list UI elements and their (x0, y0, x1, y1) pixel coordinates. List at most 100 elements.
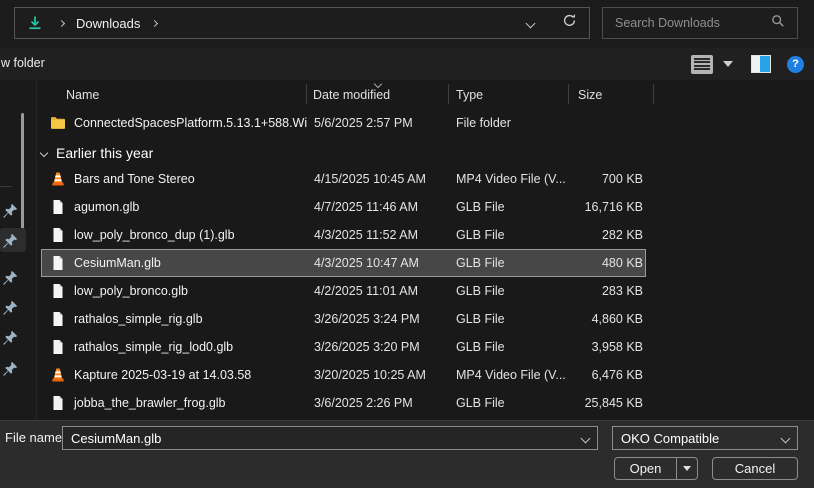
file-icon (50, 283, 66, 299)
file-name-label: File name: (5, 430, 66, 445)
file-icon (50, 395, 66, 411)
navigation-pane (0, 80, 36, 420)
column-header-size[interactable]: Size (578, 80, 602, 105)
vlc-cone-icon (50, 171, 66, 187)
file-size: 282 KB (569, 228, 643, 242)
details-view-icon[interactable] (691, 55, 713, 74)
file-date-modified: 4/3/2025 10:47 AM (307, 256, 449, 270)
sidebar-pinned-item[interactable] (0, 295, 26, 319)
file-name: Bars and Tone Stereo (74, 172, 195, 186)
file-date-modified: 3/26/2025 3:20 PM (307, 340, 449, 354)
file-type-select[interactable]: OKO Compatible (612, 426, 798, 450)
column-header-name[interactable]: Name (66, 80, 99, 105)
file-date-modified: 3/26/2025 3:24 PM (307, 312, 449, 326)
file-row[interactable]: rathalos_simple_rig_lod0.glb 3/26/2025 3… (41, 333, 646, 361)
file-size: 700 KB (569, 172, 643, 186)
file-size: 16,716 KB (569, 200, 643, 214)
sidebar-pinned-item[interactable] (0, 356, 26, 380)
open-file-dialog: Downloads Search Downloads w folder ? (0, 0, 814, 488)
group-label: Earlier this year (56, 145, 153, 161)
file-row[interactable]: Kapture 2025-03-19 at 14.03.58 3/20/2025… (41, 361, 646, 389)
group-collapse-chevron-icon[interactable] (40, 149, 48, 157)
file-type-chevron-icon (781, 433, 791, 443)
file-type: MP4 Video File (V... (449, 368, 569, 382)
file-row[interactable]: jobba_the_brawler_frog.glb 3/6/2025 2:26… (41, 389, 646, 417)
file-row[interactable]: low_poly_bronco_dup (1).glb 4/3/2025 11:… (41, 221, 646, 249)
breadcrumb-downloads[interactable]: Downloads (76, 16, 140, 31)
refresh-icon[interactable] (562, 13, 577, 33)
file-icon (50, 227, 66, 243)
file-date-modified: 4/2/2025 11:01 AM (307, 284, 449, 298)
breadcrumb-chevron-icon (58, 19, 65, 26)
file-icon (50, 199, 66, 215)
breadcrumb-chevron-icon (151, 19, 158, 26)
view-dropdown-chevron-icon[interactable] (723, 61, 733, 67)
sidebar-pinned-item-active[interactable] (0, 228, 26, 252)
file-type: GLB File (449, 396, 569, 410)
file-size: 6,476 KB (569, 368, 643, 382)
folder-icon (50, 115, 66, 131)
file-date-modified: 5/6/2025 2:57 PM (307, 116, 449, 130)
open-dropdown-arrow[interactable] (677, 466, 697, 471)
dialog-footer: File name: CesiumMan.glb OKO Compatible … (0, 420, 814, 488)
sidebar-pinned-item[interactable] (0, 325, 26, 349)
file-size: 25,845 KB (569, 396, 643, 410)
file-list-body: ConnectedSpacesPlatform.5.13.1+588.Wi...… (37, 105, 814, 417)
file-type: GLB File (449, 200, 569, 214)
file-icon (50, 311, 66, 327)
column-divider[interactable] (448, 84, 449, 104)
help-icon[interactable]: ? (787, 56, 804, 73)
open-button-label: Open (615, 461, 676, 476)
address-history-chevron-icon[interactable] (526, 18, 536, 28)
address-bar[interactable]: Downloads (14, 7, 590, 39)
column-divider[interactable] (653, 84, 654, 104)
command-toolbar: w folder ? (0, 48, 814, 80)
file-row[interactable]: low_poly_bronco.glb 4/2/2025 11:01 AM GL… (41, 277, 646, 305)
file-date-modified: 4/7/2025 11:46 AM (307, 200, 449, 214)
file-type: File folder (449, 116, 569, 130)
file-date-modified: 3/20/2025 10:25 AM (307, 368, 449, 382)
dialog-top-bar: Downloads Search Downloads (0, 0, 814, 48)
column-header-type[interactable]: Type (456, 80, 483, 105)
file-name: ConnectedSpacesPlatform.5.13.1+588.Wi... (74, 116, 307, 130)
triangle-down-icon (683, 466, 691, 471)
file-row[interactable]: ConnectedSpacesPlatform.5.13.1+588.Wi...… (41, 109, 646, 137)
column-divider[interactable] (568, 84, 569, 104)
sidebar-pinned-item[interactable] (0, 265, 26, 289)
file-row-selected[interactable]: CesiumMan.glb 4/3/2025 10:47 AM GLB File… (41, 249, 646, 277)
file-type-value: OKO Compatible (621, 431, 782, 446)
file-icon (50, 339, 66, 355)
file-type: GLB File (449, 340, 569, 354)
search-icon (771, 14, 785, 33)
file-name: low_poly_bronco.glb (74, 284, 188, 298)
preview-pane-icon[interactable] (751, 55, 771, 73)
file-list: Name Date modified Type Size ConnectedSp… (36, 80, 814, 420)
vlc-cone-icon (50, 367, 66, 383)
column-divider[interactable] (306, 84, 307, 104)
file-name-value: CesiumMan.glb (71, 431, 582, 446)
sidebar-pinned-item[interactable] (0, 198, 26, 222)
pin-icon (3, 300, 18, 315)
file-size: 283 KB (569, 284, 643, 298)
file-date-modified: 4/15/2025 10:45 AM (307, 172, 449, 186)
group-header[interactable]: Earlier this year (37, 141, 814, 165)
file-size: 3,958 KB (569, 340, 643, 354)
cancel-button[interactable]: Cancel (712, 457, 798, 480)
file-name-input[interactable]: CesiumMan.glb (62, 426, 598, 450)
file-row[interactable]: agumon.glb 4/7/2025 11:46 AM GLB File 16… (41, 193, 646, 221)
open-button[interactable]: Open (614, 457, 698, 480)
file-name-dropdown-chevron-icon[interactable] (581, 433, 591, 443)
file-name: jobba_the_brawler_frog.glb (74, 396, 226, 410)
file-type: GLB File (449, 312, 569, 326)
file-name: rathalos_simple_rig.glb (74, 312, 203, 326)
file-row[interactable]: rathalos_simple_rig.glb 3/26/2025 3:24 P… (41, 305, 646, 333)
search-input[interactable]: Search Downloads (602, 7, 798, 39)
pin-icon (3, 270, 18, 285)
new-folder-button[interactable]: w folder (1, 56, 45, 70)
file-date-modified: 3/6/2025 2:26 PM (307, 396, 449, 410)
file-row[interactable]: Bars and Tone Stereo 4/15/2025 10:45 AM … (41, 165, 646, 193)
pin-icon (3, 330, 18, 345)
file-size: 480 KB (569, 256, 643, 270)
file-name: rathalos_simple_rig_lod0.glb (74, 340, 233, 354)
file-type: GLB File (449, 228, 569, 242)
